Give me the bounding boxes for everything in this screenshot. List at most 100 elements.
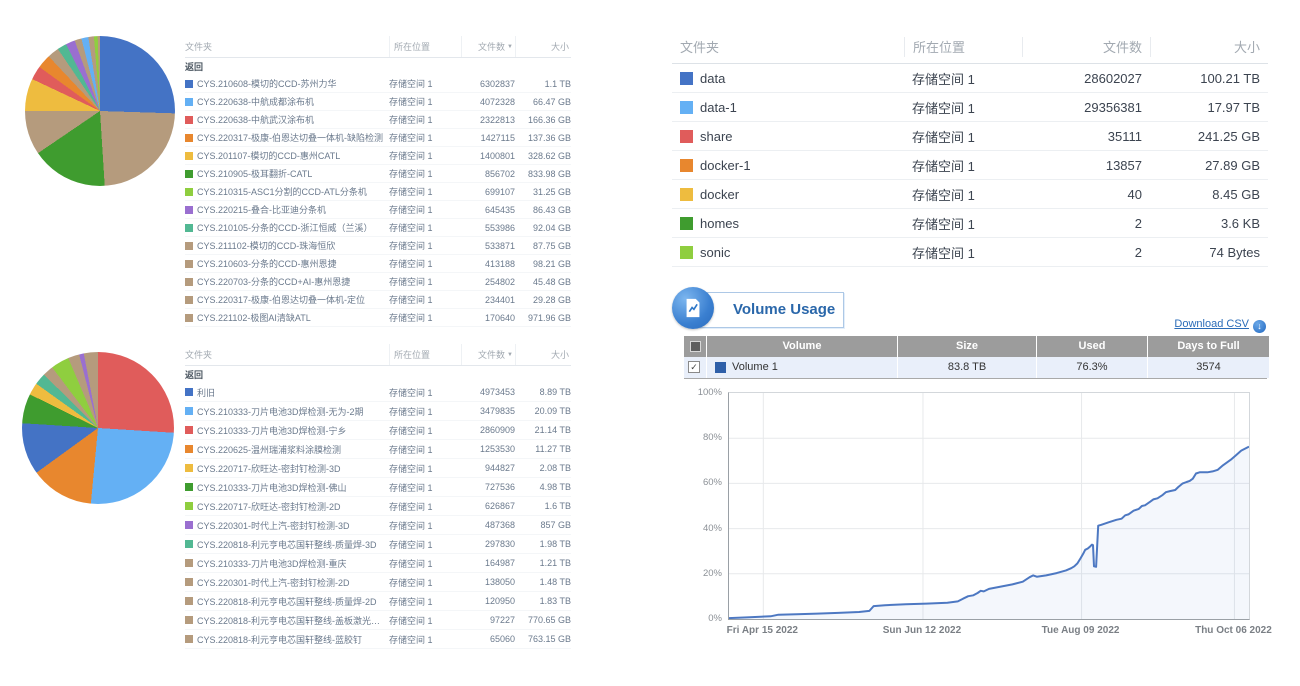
- folder-row[interactable]: homes存储空间 123.6 KB: [672, 209, 1268, 238]
- volume-used: 76.3%: [1037, 357, 1147, 378]
- folder-row[interactable]: CYS.220818-利元亨电芯国轩整线-蓝胶钉存储空间 165060763.1…: [185, 630, 571, 649]
- folder-row[interactable]: CYS.220317-极康-伯恩达切叠一体机-缺陷检测存储空间 11427115…: [185, 129, 571, 147]
- folder-row[interactable]: CYS.210333-刀片电池3D焊检测-重庆存储空间 11649871.21 …: [185, 554, 571, 573]
- col-location[interactable]: 所在位置: [389, 36, 461, 57]
- folder-file-count: 28602027: [1022, 71, 1150, 86]
- folder-row[interactable]: CYS.220818-利元亨电芯国轩整线-质量焊-3D存储空间 12978301…: [185, 535, 571, 554]
- folder-color-swatch: [185, 540, 193, 548]
- folder-name: docker: [700, 187, 739, 202]
- folder-color-swatch: [680, 72, 693, 85]
- folder-location: 存储空间 1: [389, 462, 461, 475]
- folder-row[interactable]: CYS.220818-利元亨电芯国轩整线-质量焊-2D存储空间 11209501…: [185, 592, 571, 611]
- back-row[interactable]: 返回: [185, 58, 571, 75]
- folder-file-count: 4973453: [461, 387, 515, 397]
- folder-row[interactable]: CYS.220703-分条的CCD+AI-惠州恩捷存储空间 125480245.…: [185, 273, 571, 291]
- folder-size: 11.27 TB: [515, 444, 571, 454]
- folder-name: CYS.201107-模切的CCD-惠州CATL: [197, 149, 340, 162]
- folder-color-swatch: [185, 296, 193, 304]
- folder-row[interactable]: CYS.220818-利元亨电芯国轩整线-盖板激光焊缝-...存储空间 1972…: [185, 611, 571, 630]
- folder-row[interactable]: CYS.220638-中航武汉涂布机存储空间 12322813166.36 GB: [185, 111, 571, 129]
- folder-row[interactable]: data-1存储空间 12935638117.97 TB: [672, 93, 1268, 122]
- folder-row[interactable]: docker存储空间 1408.45 GB: [672, 180, 1268, 209]
- row-checkbox[interactable]: ✓: [688, 361, 700, 373]
- folder-row[interactable]: data存储空间 128602027100.21 TB: [672, 64, 1268, 93]
- folder-size: 8.89 TB: [515, 387, 571, 397]
- select-all-cell[interactable]: [684, 336, 706, 357]
- col-volume[interactable]: Volume: [707, 336, 897, 357]
- folder-name-cell: CYS.221102-极图AI清缺ATL: [185, 311, 389, 324]
- folder-file-count: 2: [1022, 245, 1150, 260]
- folder-file-count: 35111: [1022, 129, 1150, 144]
- folder-location: 存储空间 1: [389, 311, 461, 324]
- folder-row[interactable]: CYS.210333-刀片电池3D焊检测-宁乡存储空间 1286090921.1…: [185, 421, 571, 440]
- top-folder-pie-chart[interactable]: [25, 36, 175, 186]
- folder-name: CYS.220818-利元亨电芯国轩整线-质量焊-3D: [197, 538, 377, 551]
- bottom-folder-pie-chart[interactable]: [22, 352, 174, 504]
- folder-row[interactable]: docker-1存储空间 11385727.89 GB: [672, 151, 1268, 180]
- folder-color-swatch: [185, 206, 193, 214]
- col-days-to-full[interactable]: Days to Full: [1148, 336, 1269, 357]
- download-csv-link[interactable]: Download CSV: [1174, 318, 1249, 330]
- col-size[interactable]: 大小: [1150, 37, 1268, 57]
- folder-row[interactable]: CYS.210105-分条的CCD-浙江恒威（兰溪）存储空间 155398692…: [185, 219, 571, 237]
- folder-location: 存储空间 1: [389, 443, 461, 456]
- col-count[interactable]: 文件数: [1022, 37, 1150, 57]
- folder-size: 1.83 TB: [515, 596, 571, 606]
- folder-row[interactable]: CYS.210333-刀片电池3D焊检测-无为-2期存储空间 134798352…: [185, 402, 571, 421]
- folder-row[interactable]: CYS.220317-极康-伯恩达切叠一体机-定位存储空间 123440129.…: [185, 291, 571, 309]
- folder-color-swatch: [185, 616, 193, 624]
- folder-row[interactable]: share存储空间 135111241.25 GB: [672, 122, 1268, 151]
- col-count[interactable]: 文件数▼: [461, 344, 515, 365]
- volume-row[interactable]: ✓ Volume 1 83.8 TB 76.3% 3574: [684, 357, 1267, 378]
- folder-row[interactable]: 利旧存储空间 149734538.89 TB: [185, 383, 571, 402]
- folder-name: data-1: [700, 100, 737, 115]
- checkbox-cell: ✓: [684, 357, 706, 378]
- col-folder[interactable]: 文件夹: [185, 40, 389, 53]
- col-count[interactable]: 文件数▼: [461, 36, 515, 57]
- folder-row[interactable]: CYS.220301-时代上汽-密封钉检测-2D存储空间 11380501.48…: [185, 573, 571, 592]
- back-row[interactable]: 返回: [185, 366, 571, 383]
- folder-name: CYS.221102-极图AI清缺ATL: [197, 311, 311, 324]
- folder-file-count: 2: [1022, 216, 1150, 231]
- col-used[interactable]: Used: [1037, 336, 1147, 357]
- folder-name: sonic: [700, 245, 730, 260]
- chart-document-glyph: [682, 297, 704, 319]
- folder-row[interactable]: sonic存储空间 1274 Bytes: [672, 238, 1268, 267]
- col-location[interactable]: 所在位置: [904, 37, 1022, 57]
- col-size[interactable]: Size: [898, 336, 1036, 357]
- folder-name-cell: data: [672, 71, 904, 86]
- folder-size: 166.36 GB: [515, 115, 571, 125]
- col-size[interactable]: 大小: [515, 344, 571, 365]
- col-location[interactable]: 所在位置: [389, 344, 461, 365]
- folder-row[interactable]: CYS.210603-分条的CCD-惠州恩捷存储空间 141318898.21 …: [185, 255, 571, 273]
- folder-row[interactable]: CYS.220301-时代上汽-密封钉检测-3D存储空间 1487368857 …: [185, 516, 571, 535]
- folder-location: 存储空间 1: [389, 595, 461, 608]
- col-folder[interactable]: 文件夹: [185, 348, 389, 361]
- col-folder[interactable]: 文件夹: [672, 37, 904, 57]
- volume-table: Volume Size Used Days to Full ✓ Volume 1…: [684, 336, 1267, 379]
- folder-row[interactable]: CYS.210905-极耳翻折-CATL存储空间 1856702833.98 G…: [185, 165, 571, 183]
- download-icon[interactable]: ↓: [1253, 320, 1266, 333]
- folder-location: 存储空间 1: [389, 275, 461, 288]
- col-size[interactable]: 大小: [515, 36, 571, 57]
- folder-row[interactable]: CYS.210608-模切的CCD-苏州力华存储空间 163028371.1 T…: [185, 75, 571, 93]
- folder-row[interactable]: CYS.210333-刀片电池3D焊检测-佛山存储空间 17275364.98 …: [185, 478, 571, 497]
- folder-file-count: 40: [1022, 187, 1150, 202]
- folder-row[interactable]: CYS.220638-中航成都涂布机存储空间 1407232866.47 GB: [185, 93, 571, 111]
- folder-color-swatch: [185, 483, 193, 491]
- folder-color-swatch: [680, 246, 693, 259]
- volume-size: 83.8 TB: [898, 357, 1036, 378]
- folder-name: CYS.220215-叠合-比亚迪分条机: [197, 203, 326, 216]
- folder-row[interactable]: CYS.220717-欣旺达-密封钉检测-3D存储空间 19448272.08 …: [185, 459, 571, 478]
- folder-row[interactable]: CYS.220717-欣旺达-密封钉检测-2D存储空间 16268671.6 T…: [185, 497, 571, 516]
- folder-row[interactable]: CYS.210315-ASC1分割的CCD-ATL分条机存储空间 1699107…: [185, 183, 571, 201]
- folder-size: 8.45 GB: [1150, 187, 1268, 202]
- folder-row[interactable]: CYS.211102-模切的CCD-珠海恒欣存储空间 153387187.75 …: [185, 237, 571, 255]
- folder-file-count: 13857: [1022, 158, 1150, 173]
- folder-row[interactable]: CYS.221102-极图AI清缺ATL存储空间 1170640971.96 G…: [185, 309, 571, 327]
- select-all-checkbox[interactable]: [690, 341, 701, 352]
- folder-row[interactable]: CYS.201107-模切的CCD-惠州CATL存储空间 11400801328…: [185, 147, 571, 165]
- folder-row[interactable]: CYS.220625-温州瑞浦浆料涂膜检测存储空间 1125353011.27 …: [185, 440, 571, 459]
- folder-row[interactable]: CYS.220215-叠合-比亚迪分条机存储空间 164543586.43 GB: [185, 201, 571, 219]
- folder-location: 存储空间 1: [389, 113, 461, 126]
